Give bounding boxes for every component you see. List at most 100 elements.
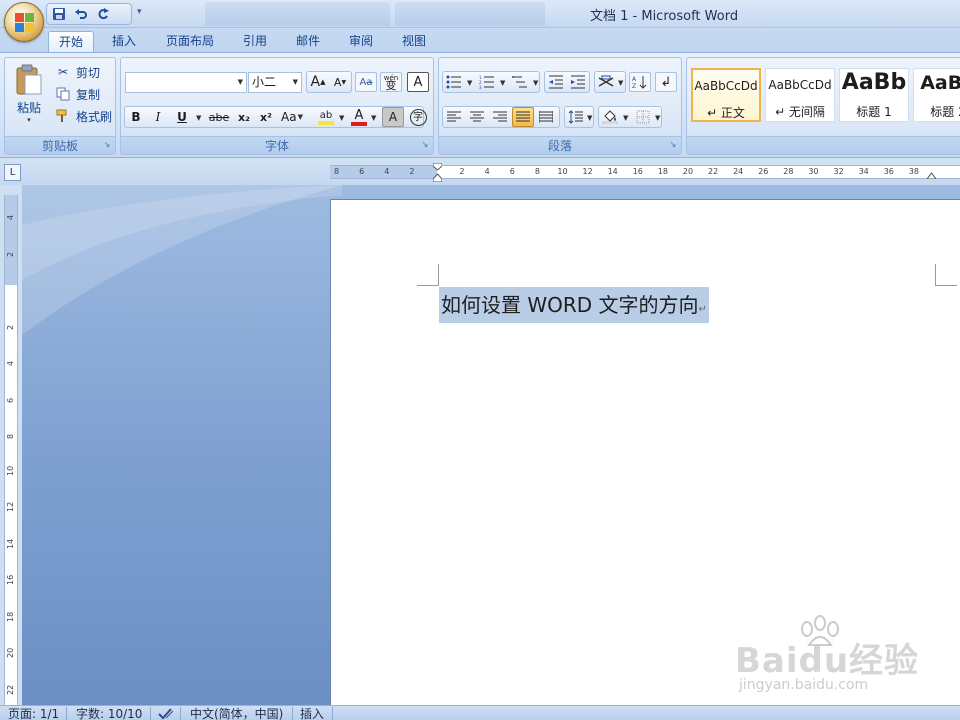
status-word-count[interactable]: 字数: 10/10 [76,707,142,720]
chevron-down-icon[interactable]: ▼ [467,79,472,87]
tab-view[interactable]: 视图 [392,31,436,52]
ruler-strip: L 8642 2 4 6 8 10 12 14 16 18 20 22 24 26 28 30 32 34 36 3… [0,158,960,185]
copy-button[interactable]: 复制 [53,84,100,104]
style-name: ↵ 正文 [707,106,745,120]
character-border-button[interactable]: A [407,72,429,92]
align-left-button[interactable] [443,107,465,127]
save-icon[interactable] [51,6,67,22]
grow-font-icon: A [310,74,321,90]
subscript-button[interactable]: x₂ [233,107,255,127]
increase-indent-button[interactable] [567,72,589,92]
ruler-tick-label: 4 [384,167,390,176]
dialog-launcher-icon[interactable]: ↘ [420,140,430,150]
chevron-down-icon[interactable]: ▼ [618,79,623,87]
change-case-button[interactable]: Aa ▼ [278,107,306,127]
status-language[interactable]: 中文(简体，中国) [190,707,283,720]
chevron-down-icon[interactable]: ▼ [655,114,660,122]
style-normal[interactable]: AaBbCcDd ↵ 正文 [691,68,761,122]
tab-home[interactable]: 开始 [48,31,95,52]
ribbon-tab-bar: 开始 插入 页面布局 引用 邮件 审阅 视图 [0,28,960,52]
chevron-down-icon[interactable]: ▼ [196,114,201,122]
strikethrough-button[interactable]: abe [205,107,233,127]
cut-label: 剪切 [76,65,101,80]
tab-page-layout[interactable]: 页面布局 [156,31,224,52]
distributed-icon [539,111,553,123]
paste-button[interactable]: 粘贴 ▾ [9,62,49,134]
tab-mailings[interactable]: 邮件 [286,31,330,52]
phonetic-guide-button[interactable]: wén 变 [380,72,402,92]
ruler-tick-label: 10 [557,167,568,176]
document-text-selected[interactable]: 如何设置 WORD 文字的方向↵ [439,287,709,323]
chevron-down-icon[interactable]: ▼ [623,114,628,122]
tab-review[interactable]: 审阅 [339,31,383,52]
character-border-icon: A [413,74,423,90]
style-sample: AaBb [841,70,907,95]
align-center-button[interactable] [466,107,488,127]
shading-button[interactable] [599,107,621,127]
copy-label: 复制 [76,87,101,102]
chevron-down-icon[interactable]: ▼ [371,114,376,122]
vertical-ruler[interactable]: 4 2 2 4 6 8 10 12 14 16 18 20 22 [4,195,18,705]
bold-button[interactable]: B [125,107,147,127]
grow-font-button[interactable]: A ▲ [307,72,329,92]
numbering-button[interactable]: 123 [476,72,498,92]
tab-references[interactable]: 引用 [233,31,277,52]
multilevel-list-button[interactable] [509,72,531,92]
right-indent-marker-icon[interactable] [927,171,936,179]
chevron-down-icon[interactable]: ▼ [533,79,538,87]
decrease-indent-button[interactable] [545,72,567,92]
undo-icon[interactable] [73,6,89,22]
bullets-button[interactable] [443,72,465,92]
ruler-tick-label: 8 [534,167,540,176]
tab-selector-button[interactable]: L [4,164,21,181]
superscript-button[interactable]: x² [255,107,277,127]
character-shading-button[interactable]: A [382,107,404,127]
font-size-combo[interactable]: 小二 ▼ [248,72,302,93]
highlight-button[interactable]: ab [312,107,340,127]
customize-qat-button[interactable]: ▾ [137,7,142,17]
vertical-ruler-tick-label: 20 [6,647,15,658]
chevron-down-icon[interactable]: ▼ [500,79,505,87]
highlight-color-swatch [318,120,334,125]
shrink-font-button[interactable]: A ▼ [329,72,351,92]
vertical-ruler-tick-label: 6 [6,397,15,403]
chinese-layout-button[interactable] [595,72,617,92]
indent-marker-icon[interactable] [433,163,442,182]
styles-group: AaBbCcDd ↵ 正文 AaBbCcDd ↵ 无间隔 AaBb 标题 1 A… [686,57,960,155]
status-page[interactable]: 页面: 1/1 [8,707,59,720]
cut-button[interactable]: ✂ 剪切 [53,62,100,82]
show-marks-button[interactable]: ↲ [655,72,677,92]
enclose-characters-button[interactable]: 字 [407,107,429,127]
bullet-list-icon [446,75,461,89]
style-no-spacing[interactable]: AaBbCcDd ↵ 无间隔 [765,68,835,122]
align-right-button[interactable] [489,107,511,127]
style-heading-1[interactable]: AaBb 标题 1 [839,68,909,122]
font-name-combo[interactable]: ▼ [125,72,247,93]
horizontal-ruler[interactable]: 8642 2 4 6 8 10 12 14 16 18 20 22 24 26 28 30 32 34 36 38 [330,163,960,182]
format-painter-button[interactable]: 格式刷 [53,106,112,126]
tab-insert[interactable]: 插入 [102,31,146,52]
style-heading-2[interactable]: AaBb 标题 2 [913,68,960,122]
highlighter-icon: ab [319,109,333,121]
clear-format-button[interactable]: Aa̶ [355,72,377,92]
phonetic-char: 变 [385,79,397,92]
distributed-button[interactable] [535,107,557,127]
justify-button[interactable] [512,107,534,127]
status-separator [180,707,181,720]
italic-button[interactable]: I [147,107,169,127]
dialog-launcher-icon[interactable]: ↘ [668,140,678,150]
spellcheck-icon[interactable] [158,707,174,720]
font-color-button[interactable]: A [347,107,371,127]
redo-icon[interactable] [95,6,111,22]
underline-button[interactable]: U [171,107,193,127]
office-button[interactable] [4,2,44,42]
shrink-font-icon: A [333,75,342,89]
borders-button[interactable] [632,107,654,127]
status-insert-mode[interactable]: 插入 [300,707,324,720]
line-spacing-button[interactable] [565,107,587,127]
chevron-down-icon[interactable]: ▼ [339,114,344,122]
chevron-down-icon[interactable]: ▼ [587,114,592,122]
sort-button[interactable]: AZ [629,72,651,92]
dialog-launcher-icon[interactable]: ↘ [102,140,112,150]
background-task-tab [395,2,545,26]
